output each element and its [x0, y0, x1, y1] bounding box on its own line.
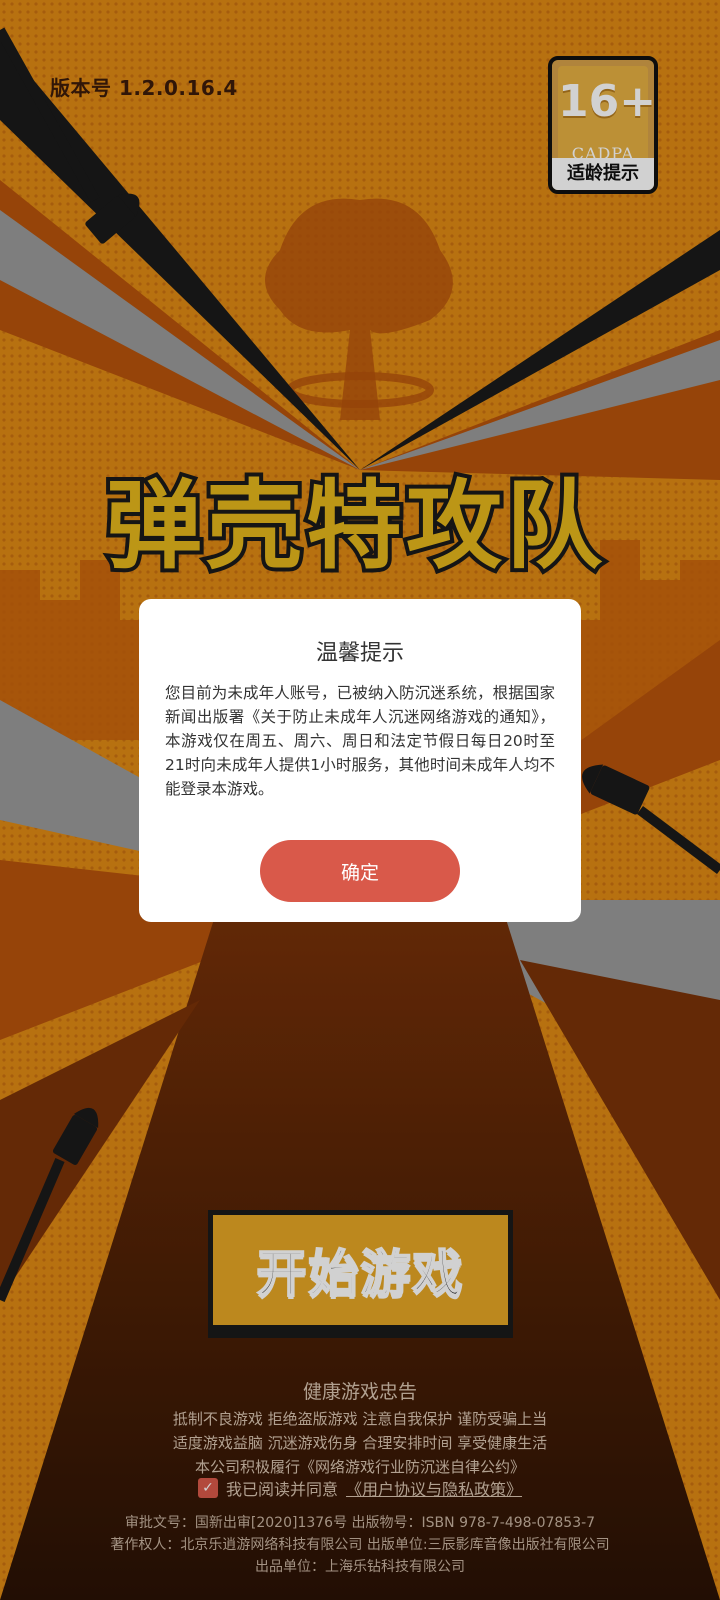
confirm-button[interactable]: 确定: [260, 840, 460, 902]
anti-addiction-dialog: 温馨提示 您目前为未成年人账号，已被纳入防沉迷系统，根据国家新闻出版署《关于防止…: [139, 599, 581, 922]
dialog-message: 您目前为未成年人账号，已被纳入防沉迷系统，根据国家新闻出版署《关于防止未成年人沉…: [165, 684, 555, 798]
dialog-title: 温馨提示: [315, 641, 404, 666]
